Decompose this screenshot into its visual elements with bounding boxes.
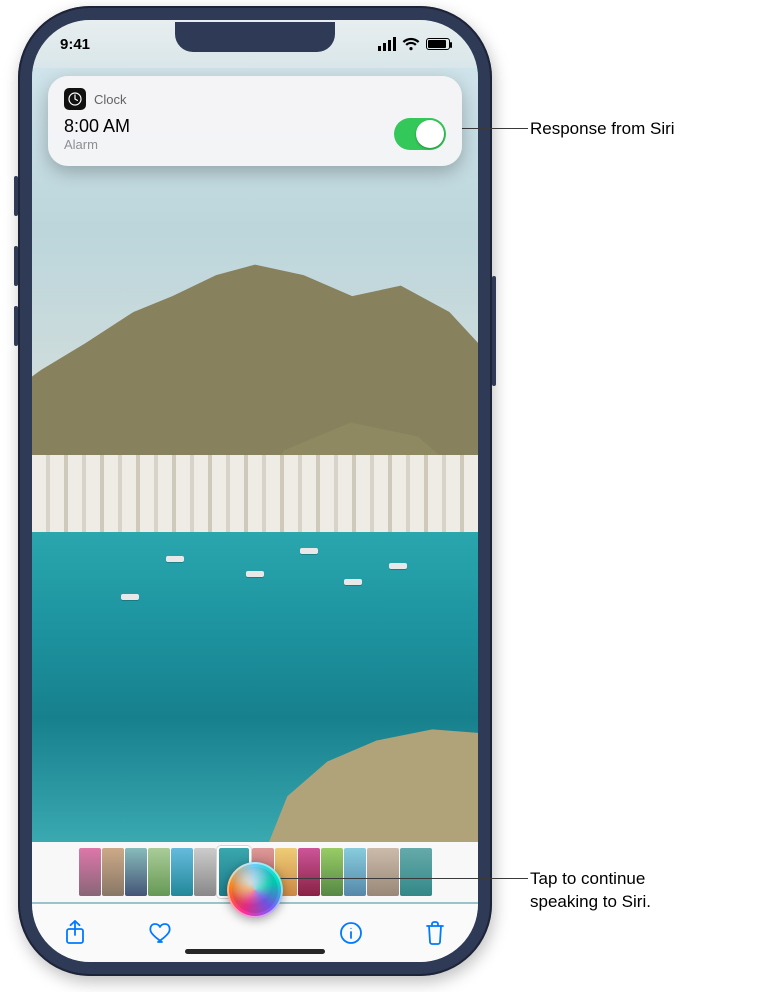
wifi-icon (402, 37, 420, 51)
cellular-icon (378, 37, 396, 51)
photo-boat (121, 594, 139, 600)
callout-siri-response: Response from Siri (530, 118, 675, 141)
alarm-time: 8:00 AM (64, 116, 130, 137)
notch (175, 22, 335, 52)
callout-leader-line (268, 878, 528, 879)
thumbnail[interactable] (125, 848, 147, 896)
thumbnail[interactable] (171, 848, 193, 896)
clock-app-icon (64, 88, 86, 110)
photo-boat (389, 563, 407, 569)
info-button[interactable] (334, 916, 368, 950)
photo-viewer[interactable] (32, 68, 478, 842)
screen: 9:41 Clock 8:00 AM (32, 20, 478, 962)
battery-icon (426, 38, 450, 50)
photo-boat (300, 548, 318, 554)
notif-app-name: Clock (94, 92, 127, 107)
thumbnail[interactable] (79, 848, 101, 896)
callout-siri-tap: Tap to continue speaking to Siri. (530, 868, 750, 914)
thumbnail[interactable] (344, 848, 366, 896)
photo-boat (246, 571, 264, 577)
thumbnail[interactable] (367, 848, 399, 896)
siri-response-card[interactable]: Clock 8:00 AM Alarm (48, 76, 462, 166)
photo-boat (166, 556, 184, 562)
home-indicator[interactable] (185, 949, 325, 954)
alarm-label: Alarm (64, 137, 130, 152)
callout-line1: Tap to continue (530, 868, 750, 891)
photo-boat (344, 579, 362, 585)
callout-line2: speaking to Siri. (530, 891, 750, 914)
share-button[interactable] (58, 916, 92, 950)
favorite-button[interactable] (143, 916, 177, 950)
callout-leader-line (460, 128, 528, 129)
thumbnail[interactable] (194, 848, 216, 896)
siri-button[interactable] (227, 862, 283, 918)
iphone-frame: 9:41 Clock 8:00 AM (18, 6, 492, 976)
alarm-toggle[interactable] (394, 118, 446, 150)
delete-button[interactable] (418, 916, 452, 950)
thumbnail[interactable] (148, 848, 170, 896)
thumbnail[interactable] (321, 848, 343, 896)
thumbnail[interactable] (400, 848, 432, 896)
status-time: 9:41 (60, 36, 90, 53)
photo-town (32, 455, 478, 532)
thumbnail[interactable] (102, 848, 124, 896)
thumbnail[interactable] (298, 848, 320, 896)
